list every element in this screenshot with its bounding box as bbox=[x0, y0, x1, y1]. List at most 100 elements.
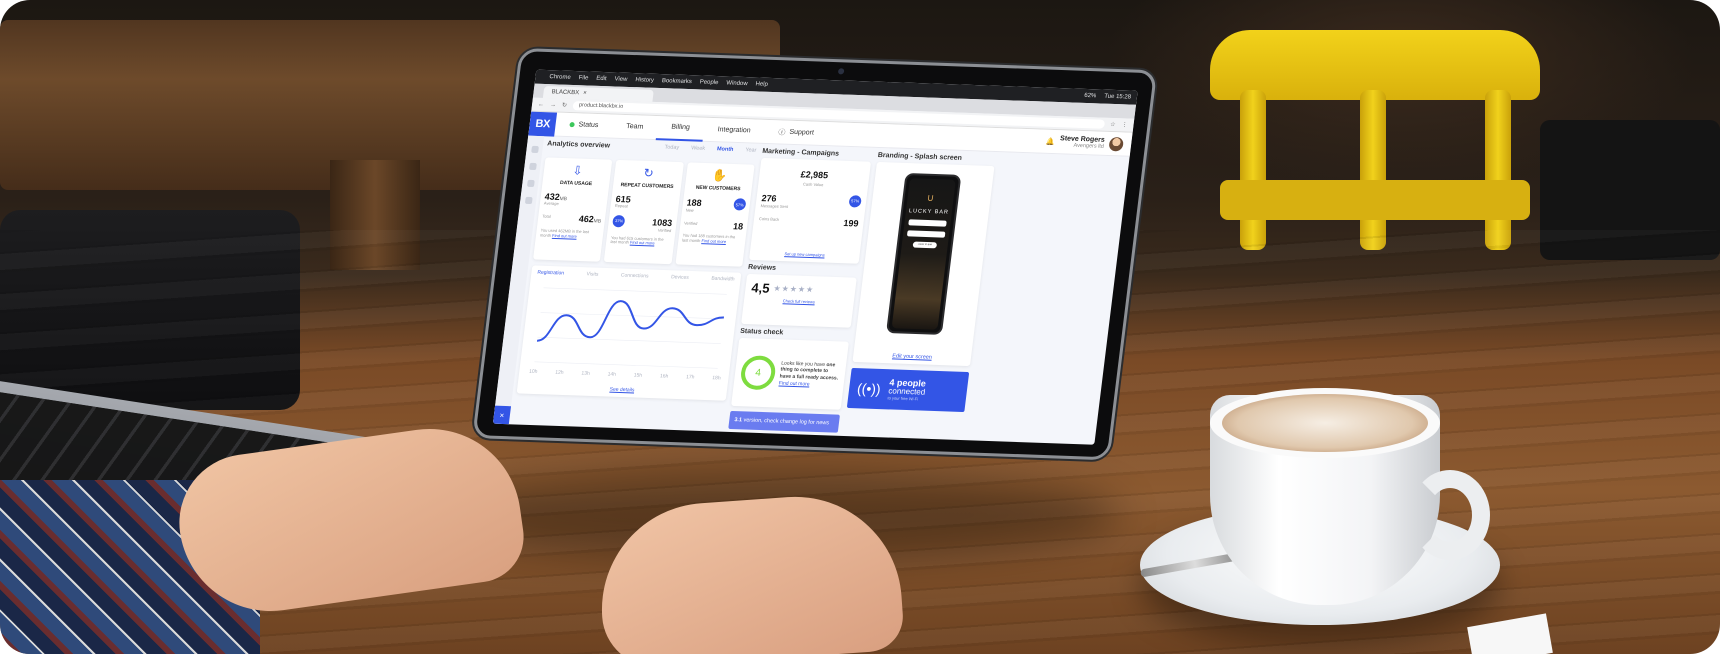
clock: Tue 15:28 bbox=[1103, 93, 1132, 101]
menu-people[interactable]: People bbox=[699, 79, 718, 86]
status-count: 4 bbox=[754, 367, 762, 379]
period-week[interactable]: Week bbox=[691, 145, 706, 151]
coins-label: Coins Back bbox=[758, 216, 780, 222]
menu-window[interactable]: Window bbox=[726, 80, 748, 87]
cappuccino bbox=[1222, 394, 1428, 452]
reviews-card: 4,5 ★★★★★ Check full reviews bbox=[741, 273, 857, 328]
chart-x-tick-label: 18h bbox=[712, 375, 721, 381]
refresh-user-icon: ↻ bbox=[642, 165, 655, 181]
nav-support[interactable]: ⓘ Support bbox=[764, 126, 828, 138]
sidebar-home-icon[interactable] bbox=[530, 145, 539, 154]
close-sidebar-icon[interactable]: × bbox=[492, 405, 512, 425]
phone-preview: ∪ LUCKY BAR LOGIN TO BAR bbox=[886, 173, 962, 335]
nav-billing[interactable]: Billing bbox=[655, 115, 706, 142]
chart-tab-bandwidth[interactable]: Bandwidth bbox=[711, 276, 735, 283]
check-reviews-link[interactable]: Check full reviews bbox=[750, 298, 848, 306]
stat-label-b: Verified bbox=[657, 227, 672, 233]
version-banner[interactable]: 3.1 version, check change log for news bbox=[728, 410, 840, 433]
user-menu[interactable]: 🔔 Steve Rogers Avengers ltd bbox=[1045, 134, 1132, 151]
version-text: version, check change log for news bbox=[743, 417, 830, 427]
marketing-percent-badge: 57% bbox=[848, 194, 862, 208]
line-chart: 10h 12h 13h 14h 15h 16h 17h 18h bbox=[529, 287, 727, 381]
cafe-photo: Chrome File Edit View History Bookmarks … bbox=[0, 0, 1720, 654]
period-today[interactable]: Today bbox=[664, 144, 679, 151]
stat-card-repeat-customers: ↻ REPEAT CUSTOMERS 615 Repeat 37% 1083 V… bbox=[604, 159, 684, 265]
back-icon[interactable]: ← bbox=[538, 101, 545, 107]
nav-team[interactable]: Team bbox=[612, 123, 658, 132]
branding-title: Branding - Splash screen bbox=[877, 151, 963, 162]
yellow-chair bbox=[1210, 30, 1540, 250]
stat-link[interactable]: Find out more bbox=[701, 238, 726, 244]
laptop-bezel: Chrome File Edit View History Bookmarks … bbox=[472, 48, 1158, 461]
chart-tab-connections[interactable]: Connections bbox=[620, 272, 648, 279]
phone-login-button: LOGIN TO BAR bbox=[912, 241, 938, 249]
stat-label-a: Repeat bbox=[614, 202, 629, 209]
status-card: 4 Looks like you have one thing to compl… bbox=[731, 337, 849, 410]
horseshoe-icon: ∪ bbox=[926, 192, 935, 205]
review-score: 4,5 bbox=[750, 280, 771, 296]
stat-title: NEW CUSTOMERS bbox=[695, 184, 741, 193]
menu-bookmarks[interactable]: Bookmarks bbox=[662, 78, 693, 85]
browser-menu-icon[interactable]: ⋮ bbox=[1121, 121, 1128, 128]
branding-card: ∪ LUCKY BAR LOGIN TO BAR Edit your scree… bbox=[852, 161, 995, 367]
stat-note: You had 188 customers in the last month … bbox=[681, 232, 736, 244]
chart-tab-devices[interactable]: Devices bbox=[671, 274, 689, 281]
sidebar-settings-icon[interactable] bbox=[524, 196, 533, 205]
nav-team-label: Team bbox=[625, 123, 644, 131]
period-month[interactable]: Month bbox=[717, 146, 734, 153]
menu-chrome[interactable]: Chrome bbox=[549, 74, 571, 81]
messages-value: 276 bbox=[760, 192, 778, 204]
sidebar-stats-icon[interactable] bbox=[528, 162, 537, 171]
close-tab-icon[interactable]: × bbox=[583, 90, 587, 96]
tab-title: BLACKBX bbox=[551, 89, 580, 97]
stat-value-b: 18 bbox=[732, 221, 744, 232]
reload-icon[interactable]: ↻ bbox=[562, 102, 568, 109]
coins-value: 199 bbox=[842, 217, 860, 229]
stat-label-a: Average bbox=[543, 200, 560, 207]
connected-people-banner[interactable]: ((•)) 4 people connected to your free Wi… bbox=[846, 367, 970, 413]
menu-help[interactable]: Help bbox=[755, 81, 768, 87]
status-progress-ring: 4 bbox=[739, 355, 778, 391]
chart-x-tick-label: 13h bbox=[581, 371, 590, 377]
chart-gridline bbox=[537, 336, 721, 344]
stat-link[interactable]: Find out more bbox=[630, 240, 655, 246]
avatar[interactable] bbox=[1108, 136, 1125, 151]
sidebar-users-icon[interactable] bbox=[526, 179, 535, 188]
people-sub: to your free Wi-Fi bbox=[887, 395, 919, 402]
see-details-link[interactable]: See details bbox=[517, 383, 727, 396]
chart-x-tick-label: 17h bbox=[686, 374, 695, 380]
status-title: Status check bbox=[739, 327, 784, 337]
chart-x-tick-label: 14h bbox=[607, 371, 616, 377]
status-dot-icon bbox=[569, 122, 575, 128]
edit-screen-link[interactable]: Edit your screen bbox=[853, 352, 971, 362]
status-message: Looks like you have one thing to complet… bbox=[778, 359, 839, 389]
phone-input-1 bbox=[908, 219, 947, 227]
phone-input-2 bbox=[906, 230, 946, 238]
nav-integration[interactable]: Integration bbox=[703, 126, 765, 135]
cash-value: £2,985 bbox=[800, 169, 829, 181]
bell-icon[interactable]: 🔔 bbox=[1046, 137, 1056, 145]
period-year[interactable]: Year bbox=[745, 147, 757, 153]
menu-edit[interactable]: Edit bbox=[596, 76, 607, 82]
app-logo[interactable]: BX bbox=[528, 111, 558, 137]
chart-x-tick-label: 12h bbox=[555, 370, 564, 376]
menu-history[interactable]: History bbox=[635, 77, 654, 84]
forward-icon[interactable]: → bbox=[550, 102, 557, 108]
setup-campaigns-link[interactable]: Set up new campaigns bbox=[749, 251, 859, 260]
menu-view[interactable]: View bbox=[614, 76, 628, 82]
chart-gridline bbox=[543, 287, 727, 295]
chart-gridline bbox=[534, 361, 718, 369]
stat-link[interactable]: Find out more bbox=[552, 233, 577, 239]
stat-label-b: Verified bbox=[683, 220, 698, 227]
nav-status[interactable]: Status bbox=[555, 121, 612, 130]
bookmark-star-icon[interactable]: ☆ bbox=[1110, 121, 1116, 128]
stat-note: You used 462MB in the last month Find ou… bbox=[539, 227, 590, 239]
status-find-out-link[interactable]: Find out more bbox=[778, 380, 838, 389]
stat-card-new-customers: ✋ NEW CUSTOMERS 188 57% New Verified 18 … bbox=[675, 162, 755, 267]
cup-handle bbox=[1410, 470, 1490, 560]
chart-tab-registration[interactable]: Registration bbox=[537, 270, 564, 277]
chart-tab-visits[interactable]: Visits bbox=[586, 271, 599, 277]
chart-x-tick-label: 10h bbox=[529, 369, 538, 375]
chart-series-line bbox=[536, 300, 725, 342]
menu-file[interactable]: File bbox=[578, 75, 588, 81]
